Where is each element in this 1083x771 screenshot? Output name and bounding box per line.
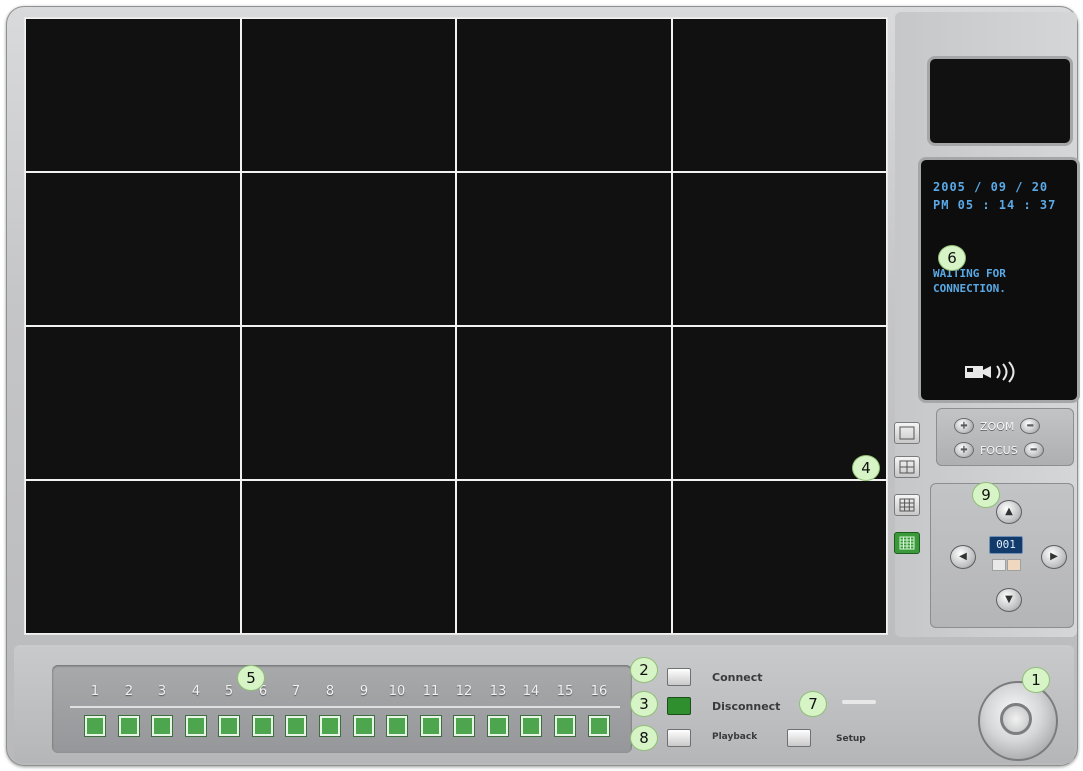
status-time: PM 05 : 14 : 37	[933, 198, 1057, 212]
video-cell[interactable]	[25, 326, 241, 480]
callout-marker: 5	[237, 665, 265, 691]
video-cell[interactable]	[456, 18, 672, 172]
ptz-down-icon[interactable]: ▼	[996, 588, 1022, 612]
channel-number: 7	[291, 684, 301, 699]
callout-marker: 3	[630, 691, 658, 717]
connect-button[interactable]	[667, 668, 691, 686]
zoom-focus-panel: + ZOOM − + FOCUS −	[936, 408, 1074, 466]
video-cell[interactable]	[456, 480, 672, 634]
layout-4x4-button[interactable]	[894, 532, 920, 554]
arrow-decoration	[842, 700, 876, 704]
zoom-label: ZOOM	[980, 419, 1015, 433]
channel-button[interactable]	[454, 716, 474, 736]
callout-marker: 1	[1022, 667, 1050, 693]
disconnect-button[interactable]	[667, 697, 691, 715]
channel-button[interactable]	[85, 716, 105, 736]
channel-button[interactable]	[219, 716, 239, 736]
channel-number: 4	[191, 684, 201, 699]
setup-label: Setup	[836, 734, 866, 744]
preview-screen	[927, 56, 1073, 146]
channel-number: 12	[455, 684, 473, 699]
channel-button[interactable]	[421, 716, 441, 736]
channel-button[interactable]	[521, 716, 541, 736]
layout-1x1-button[interactable]	[894, 422, 920, 444]
channel-button[interactable]	[555, 716, 575, 736]
channel-number: 13	[489, 684, 507, 699]
channel-button[interactable]	[320, 716, 340, 736]
channel-number: 8	[325, 684, 335, 699]
channel-number: 16	[590, 684, 608, 699]
playback-button[interactable]	[667, 729, 691, 747]
ptz-sub-button[interactable]	[1007, 559, 1021, 571]
focus-label: FOCUS	[980, 443, 1018, 457]
status-display: 2005 / 09 / 20 PM 05 : 14 : 37 WAITING F…	[918, 157, 1080, 403]
callout-marker: 9	[972, 482, 1000, 508]
channel-button[interactable]	[488, 716, 508, 736]
callout-marker: 2	[630, 657, 658, 683]
channel-panel	[52, 665, 632, 753]
channel-number: 15	[556, 684, 574, 699]
status-date: 2005 / 09 / 20	[933, 180, 1049, 194]
video-cell[interactable]	[240, 172, 456, 326]
channel-button[interactable]	[253, 716, 273, 736]
layout-3x3-button[interactable]	[894, 494, 920, 516]
channel-number: 10	[388, 684, 406, 699]
ptz-sub-button[interactable]	[992, 559, 1006, 571]
video-cell[interactable]	[456, 172, 672, 326]
video-cell[interactable]	[671, 18, 887, 172]
channel-button[interactable]	[286, 716, 306, 736]
disconnect-label: Disconnect	[712, 700, 781, 713]
channel-divider	[70, 706, 620, 708]
connect-label: Connect	[712, 671, 763, 684]
channel-number: 14	[522, 684, 540, 699]
channel-number: 11	[422, 684, 440, 699]
video-cell[interactable]	[240, 18, 456, 172]
video-cell[interactable]	[671, 480, 887, 634]
ptz-right-icon[interactable]: ▶	[1041, 545, 1067, 569]
video-cell[interactable]	[671, 172, 887, 326]
focus-in-icon[interactable]: +	[954, 442, 974, 458]
channel-number: 9	[359, 684, 369, 699]
channel-button[interactable]	[387, 716, 407, 736]
layout-2x2-button[interactable]	[894, 456, 920, 478]
channel-button[interactable]	[152, 716, 172, 736]
video-cell[interactable]	[671, 326, 887, 480]
video-cell[interactable]	[456, 326, 672, 480]
video-cell[interactable]	[240, 326, 456, 480]
zoom-out-icon[interactable]: −	[1020, 418, 1041, 434]
ptz-channel-display: 001	[989, 536, 1023, 554]
video-cell[interactable]	[25, 172, 241, 326]
channel-button[interactable]	[589, 716, 609, 736]
power-icon	[1000, 703, 1032, 735]
channel-button[interactable]	[119, 716, 139, 736]
channel-number: 1	[90, 684, 100, 699]
video-cell[interactable]	[25, 18, 241, 172]
ptz-left-icon[interactable]: ◀	[950, 545, 976, 569]
playback-label: Playback	[712, 732, 758, 742]
camera-audio-icon	[965, 360, 1045, 389]
callout-marker: 6	[938, 245, 966, 271]
callout-marker: 7	[799, 691, 827, 717]
focus-out-icon[interactable]: −	[1023, 442, 1044, 458]
power-button[interactable]	[978, 681, 1058, 761]
ptz-up-icon[interactable]: ▲	[996, 500, 1022, 524]
callout-marker: 8	[630, 725, 658, 751]
channel-button[interactable]	[354, 716, 374, 736]
channel-button[interactable]	[186, 716, 206, 736]
video-cell[interactable]	[240, 480, 456, 634]
callout-marker: 4	[852, 455, 880, 481]
video-grid	[24, 17, 888, 635]
video-cell[interactable]	[25, 480, 241, 634]
channel-number: 3	[157, 684, 167, 699]
channel-number: 2	[124, 684, 134, 699]
setup-button[interactable]	[787, 729, 811, 747]
zoom-in-icon[interactable]: +	[954, 418, 974, 434]
